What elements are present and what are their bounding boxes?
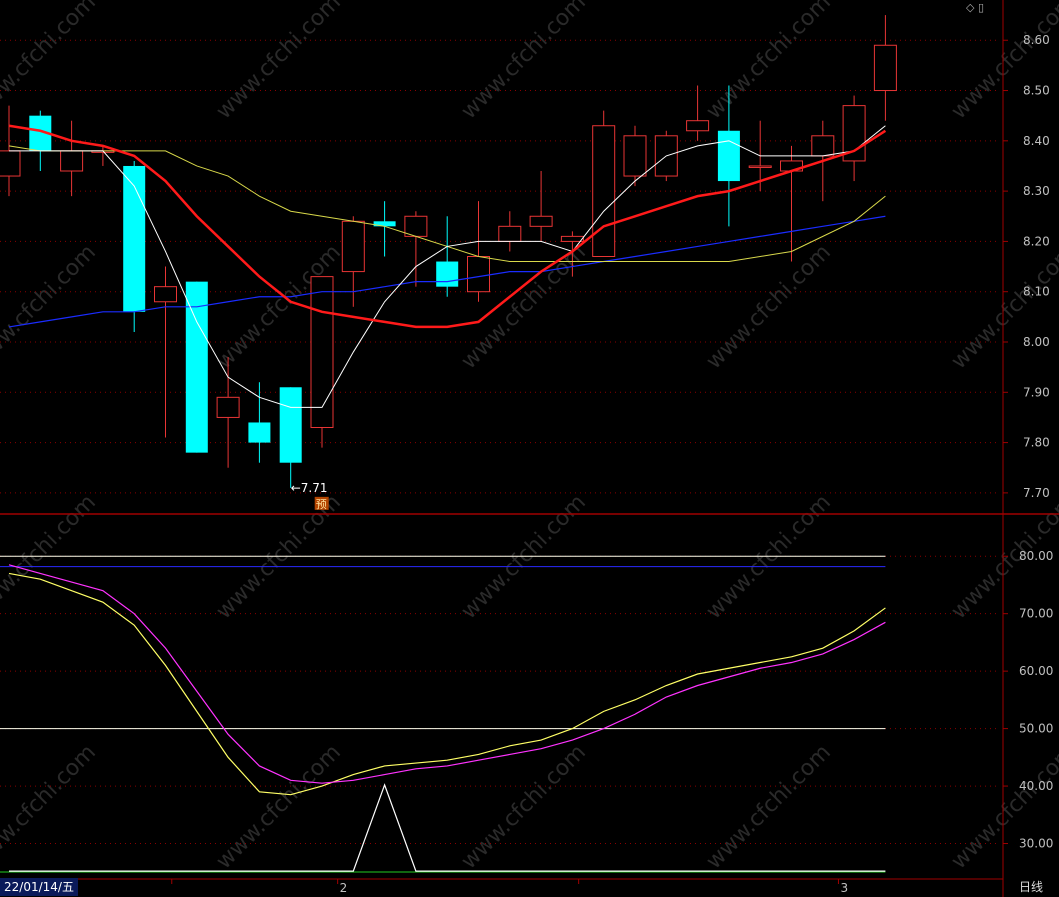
watermark-text: www.cfchi.com bbox=[0, 740, 101, 874]
date-label: 22/01/14/五 bbox=[0, 878, 78, 896]
candle-body bbox=[60, 150, 84, 172]
candle-body bbox=[154, 286, 177, 303]
period-button[interactable]: 日线 bbox=[1003, 878, 1059, 897]
price-tick-label: 8.40 bbox=[1023, 134, 1050, 148]
candle-body bbox=[592, 125, 616, 257]
watermark-text: www.cfchi.com bbox=[457, 0, 591, 124]
price-tick-label: 8.30 bbox=[1023, 184, 1050, 198]
watermark-text: www.cfchi.com bbox=[702, 240, 836, 374]
watermark-text: www.cfchi.com bbox=[702, 0, 836, 124]
candle-body bbox=[686, 120, 710, 132]
indicator-line bbox=[8, 572, 886, 796]
forecast-badge: 预 bbox=[316, 498, 327, 511]
watermark-text: www.cfchi.com bbox=[0, 0, 101, 124]
watermark-text: www.cfchi.com bbox=[0, 240, 101, 374]
candle-body bbox=[623, 135, 647, 177]
price-tick-label: 7.70 bbox=[1023, 486, 1050, 500]
indicator-tick-label: 50.00 bbox=[1019, 722, 1053, 736]
candle-body bbox=[436, 261, 459, 287]
indicator-tick-label: 80.00 bbox=[1019, 549, 1053, 563]
candle-body bbox=[279, 387, 302, 463]
candle-body bbox=[498, 225, 522, 242]
candle-body bbox=[123, 165, 146, 312]
watermark-text: www.cfchi.com bbox=[0, 490, 101, 624]
price-tick-label: 8.20 bbox=[1023, 234, 1050, 248]
candle-body bbox=[310, 276, 334, 428]
month-label: 2 bbox=[340, 881, 348, 895]
settings-icon[interactable]: ◇ ▯ bbox=[966, 1, 984, 14]
price-tick-label: 8.10 bbox=[1023, 285, 1050, 299]
indicator-tick-label: 70.00 bbox=[1019, 607, 1053, 621]
watermark-text: www.cfchi.com bbox=[457, 490, 591, 624]
candle-body bbox=[467, 256, 490, 293]
price-tick-label: 8.60 bbox=[1023, 33, 1050, 47]
candle-body bbox=[873, 44, 897, 92]
candle-body bbox=[216, 396, 240, 418]
low-price-annotation: ←7.71 bbox=[291, 481, 328, 495]
price-tick-label: 8.00 bbox=[1023, 335, 1050, 349]
watermark-text: www.cfchi.com bbox=[212, 0, 346, 124]
price-tick-label: 7.80 bbox=[1023, 436, 1050, 450]
candle-body bbox=[0, 150, 21, 177]
candle-body bbox=[341, 220, 365, 273]
indicator-tick-label: 60.00 bbox=[1019, 664, 1053, 678]
candle-body bbox=[717, 130, 740, 182]
candle-body bbox=[404, 215, 428, 237]
price-tick-label: 7.90 bbox=[1023, 385, 1050, 399]
candle-body bbox=[748, 165, 772, 168]
indicator-tick-label: 30.00 bbox=[1019, 837, 1053, 851]
stock-chart: www.cfchi.com www.cfchi.com www.cfchi.com w… bbox=[0, 0, 1059, 897]
watermark-text: www.cfchi.com bbox=[212, 740, 346, 874]
indicator-tick-label: 40.00 bbox=[1019, 779, 1053, 793]
candle-body bbox=[529, 215, 553, 227]
price-tick-label: 8.50 bbox=[1023, 84, 1050, 98]
candle-body bbox=[811, 135, 835, 157]
month-label: 3 bbox=[840, 881, 848, 895]
candle-body bbox=[248, 422, 271, 443]
candle-body bbox=[560, 235, 584, 242]
watermark-text: www.cfchi.com bbox=[702, 490, 836, 624]
watermark-text: www.cfchi.com bbox=[702, 740, 836, 874]
indicator-line bbox=[8, 564, 886, 784]
